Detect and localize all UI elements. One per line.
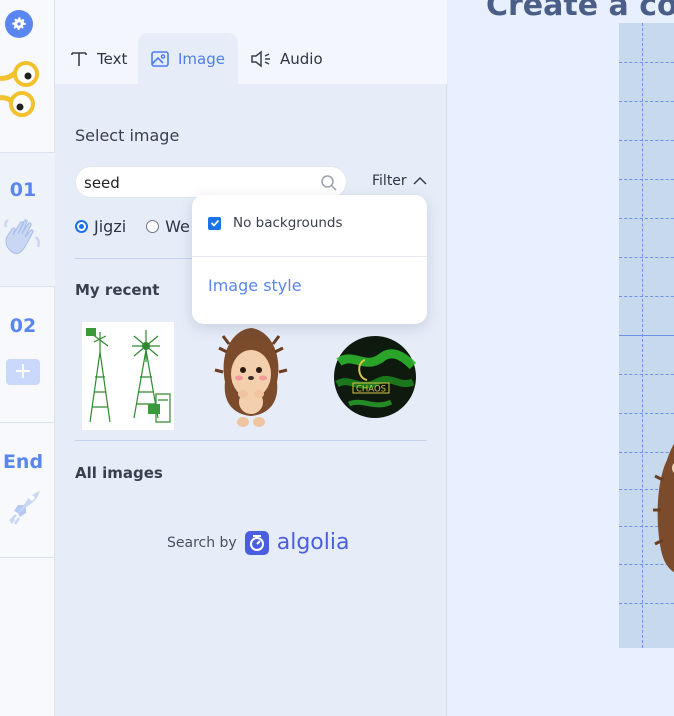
- audio-icon: [251, 49, 270, 68]
- slide-number: End: [2, 451, 44, 473]
- select-image-label: Select image: [75, 126, 180, 145]
- rocket-icon: [9, 491, 40, 525]
- all-images-heading: All images: [75, 464, 163, 482]
- bowling-ball-brand-text: CHAOS: [356, 385, 386, 395]
- search-by-label: Search by: [167, 534, 237, 551]
- tab-label: Text: [97, 49, 128, 68]
- tab-bar: Text Image Audio: [55, 0, 447, 84]
- chevron-up-icon: [413, 176, 427, 185]
- canvas-hedgehog-image[interactable]: [653, 420, 674, 580]
- image-icon: [151, 50, 169, 67]
- recent-image-bowling-ball[interactable]: CHAOS: [329, 322, 421, 430]
- tab-label: Audio: [280, 49, 323, 68]
- settings-gear-icon[interactable]: [5, 10, 33, 38]
- radio-jigzi-label: Jigzi: [94, 217, 127, 236]
- no-backgrounds-label: No backgrounds: [233, 215, 343, 231]
- checkmark-icon: [210, 219, 219, 227]
- image-style-option[interactable]: Image style: [208, 276, 302, 295]
- slide-thumbnail-02[interactable]: 02 +: [0, 286, 55, 422]
- no-backgrounds-option[interactable]: No backgrounds: [208, 215, 343, 231]
- slide-rail: 01 02 + End: [0, 0, 55, 716]
- tab-audio[interactable]: Audio: [238, 33, 335, 84]
- slide-thumbnail-01[interactable]: 01: [0, 152, 55, 286]
- radio-jigzi[interactable]: [75, 220, 88, 233]
- tab-label: Image: [178, 49, 225, 68]
- slide-thumbnail-end[interactable]: End: [0, 422, 55, 558]
- radio-web[interactable]: [146, 220, 160, 233]
- no-backgrounds-checkbox[interactable]: [208, 216, 221, 230]
- grid-line: [619, 413, 674, 414]
- grid-line: [619, 101, 674, 102]
- text-icon: [71, 51, 87, 66]
- filter-toggle-button[interactable]: Filter: [372, 173, 427, 189]
- dropdown-divider: [192, 256, 427, 257]
- bowling-ball-image: CHAOS: [334, 336, 417, 418]
- grid-line: [619, 335, 674, 336]
- algolia-wordmark: algolia: [276, 530, 350, 555]
- search-icon[interactable]: [320, 174, 338, 192]
- grid-line: [619, 603, 674, 604]
- grid-line: [619, 218, 674, 219]
- jigzi-logo-icon: [0, 61, 39, 117]
- recent-image-hedgehog[interactable]: [205, 322, 297, 430]
- image-search-box: [75, 166, 347, 198]
- hand-wave-icon: [4, 219, 40, 255]
- slide-number: 02: [9, 315, 37, 337]
- grid-line: [619, 374, 674, 375]
- grid-line: [619, 296, 674, 297]
- grid-line: [619, 257, 674, 258]
- divider: [75, 440, 427, 441]
- recent-image-windmill[interactable]: [82, 322, 174, 430]
- search-by-algolia[interactable]: Search by algolia: [167, 530, 349, 555]
- media-panel: Text Image Audio Select image Filter: [55, 0, 447, 716]
- image-search-input[interactable]: [84, 173, 314, 193]
- image-source-options: Jigzi We: [75, 217, 190, 236]
- filter-label: Filter: [372, 173, 407, 189]
- grid-line: [619, 179, 674, 180]
- windmill-image: [86, 328, 171, 423]
- algolia-logo-icon: [244, 530, 269, 555]
- slide-number: 01: [9, 179, 37, 201]
- canvas-area: Create a co: [448, 0, 674, 716]
- grid-line: [619, 140, 674, 141]
- my-recent-heading: My recent: [75, 281, 160, 299]
- radio-web-label: We: [165, 217, 190, 236]
- grid-line: [619, 62, 674, 63]
- hedgehog-image: [214, 328, 288, 427]
- tab-text[interactable]: Text: [57, 33, 139, 84]
- tab-image[interactable]: Image: [138, 33, 238, 84]
- canvas-title[interactable]: Create a co: [486, 0, 674, 23]
- filter-dropdown: No backgrounds Image style: [192, 195, 427, 324]
- add-slide-button[interactable]: +: [6, 359, 40, 385]
